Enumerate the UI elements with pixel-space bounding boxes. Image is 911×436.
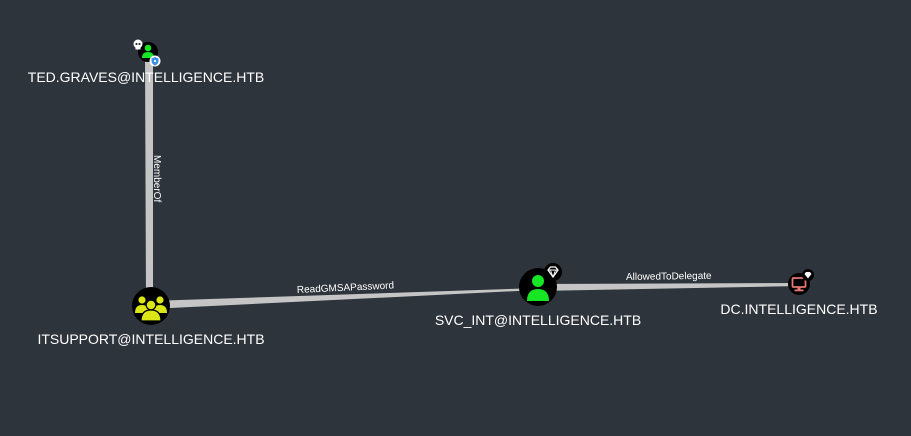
- node-label-dc: DC.INTELLIGENCE.HTB: [720, 301, 877, 317]
- edge-label-memberof: MemberOf: [151, 155, 162, 202]
- shield-icon: [149, 55, 161, 67]
- node-dc[interactable]: DC.INTELLIGENCE.HTB: [720, 269, 878, 317]
- edge-memberof[interactable]: MemberOf: [145, 52, 162, 305]
- edge-allowedtodelegate[interactable]: AllowedToDelegate: [538, 271, 800, 291]
- diamond-icon: [544, 263, 562, 281]
- diamond-icon: [802, 269, 814, 281]
- node-label-svc-int: SVC_INT@INTELLIGENCE.HTB: [435, 312, 641, 328]
- edge-readgmsa[interactable]: ReadGMSAPassword: [150, 280, 538, 309]
- edge-label-delegate: AllowedToDelegate: [626, 271, 712, 283]
- node-itsupport[interactable]: ITSUPPORT@INTELLIGENCE.HTB: [37, 287, 265, 347]
- node-label-ted-graves: TED.GRAVES@INTELLIGENCE.HTB: [28, 69, 264, 85]
- node-svc-int[interactable]: SVC_INT@INTELLIGENCE.HTB: [435, 263, 641, 328]
- node-label-itsupport: ITSUPPORT@INTELLIGENCE.HTB: [37, 331, 264, 347]
- graph-canvas[interactable]: MemberOf ReadGMSAPassword AllowedToDeleg…: [0, 0, 911, 436]
